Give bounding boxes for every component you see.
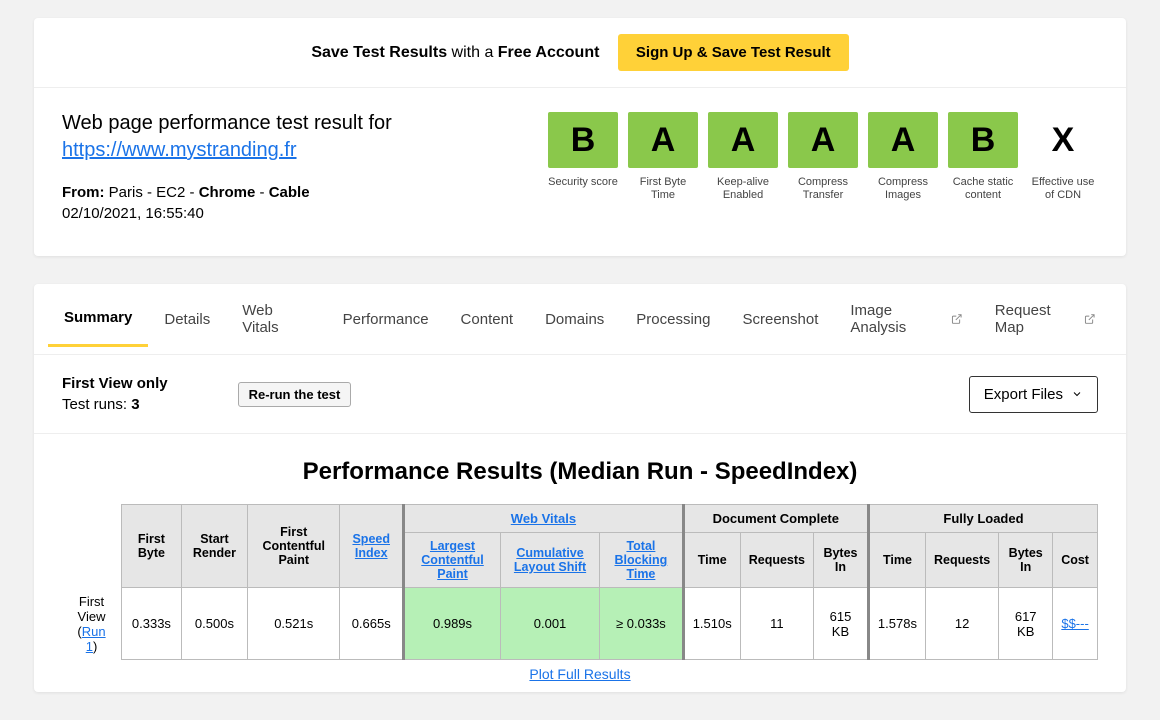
col-fl-bytes: Bytes In	[999, 533, 1053, 588]
plot-full-results-link[interactable]: Plot Full Results	[529, 666, 630, 682]
tested-url-link[interactable]: https://www.mystranding.fr	[62, 139, 297, 161]
results-title: Performance Results (Median Run - SpeedI…	[62, 458, 1098, 486]
tab-image-analysis[interactable]: Image Analysis	[834, 284, 978, 354]
grade-box: A	[708, 112, 778, 168]
group-doc-complete: Document Complete	[683, 505, 868, 533]
group-fully-loaded: Fully Loaded	[868, 505, 1097, 533]
cell-tbt: ≥ 0.033s	[600, 588, 684, 660]
signup-save-button[interactable]: Sign Up & Save Test Result	[618, 34, 849, 71]
cell-cost[interactable]: $$---	[1053, 588, 1098, 660]
grade-label: Cache static content	[948, 176, 1018, 202]
banner-text: Save Test Results with a Free Account	[311, 44, 604, 61]
run-info: First View only Test runs: 3	[62, 373, 168, 415]
cell-speed-index: 0.665s	[340, 588, 404, 660]
chevron-down-icon	[1071, 388, 1083, 400]
test-location: From: Paris - EC2 - Chrome - Cable	[62, 184, 392, 201]
test-timestamp: 02/10/2021, 16:55:40	[62, 205, 392, 222]
cell-cls: 0.001	[500, 588, 599, 660]
table-row: First View (Run 1) 0.333s 0.500s 0.521s …	[62, 588, 1098, 660]
performance-table: First Byte Start Render First Contentful…	[62, 504, 1098, 660]
grade-security[interactable]: B Security score	[548, 112, 618, 222]
cell-fl-bytes: 617 KB	[999, 588, 1053, 660]
cell-fl-requests: 12	[925, 588, 998, 660]
col-dc-requests: Requests	[740, 533, 813, 588]
grade-compress-transfer[interactable]: A Compress Transfer	[788, 112, 858, 222]
col-dc-time: Time	[683, 533, 740, 588]
cell-fcp: 0.521s	[248, 588, 340, 660]
group-web-vitals[interactable]: Web Vitals	[404, 505, 684, 533]
col-first-byte: First Byte	[122, 505, 182, 588]
grade-label: Compress Transfer	[788, 176, 858, 202]
tab-web-vitals[interactable]: Web Vitals	[226, 284, 326, 354]
page-title: Web page performance test result for	[62, 112, 392, 135]
col-cls[interactable]: Cumulative Layout Shift	[500, 533, 599, 588]
grade-box: A	[628, 112, 698, 168]
tab-label: Image Analysis	[850, 302, 947, 336]
grade-cache-static[interactable]: B Cache static content	[948, 112, 1018, 222]
cell-dc-time: 1.510s	[683, 588, 740, 660]
cell-start-render: 0.500s	[181, 588, 247, 660]
grade-label: First Byte Time	[628, 176, 698, 202]
tab-label: Request Map	[995, 302, 1081, 336]
grade-first-byte[interactable]: A First Byte Time	[628, 112, 698, 222]
col-fl-requests: Requests	[925, 533, 998, 588]
tab-details[interactable]: Details	[148, 293, 226, 346]
run-bar: First View only Test runs: 3 Re-run the …	[34, 355, 1126, 434]
grades-strip: B Security score A First Byte Time A Kee…	[548, 112, 1098, 222]
grade-keepalive[interactable]: A Keep-alive Enabled	[708, 112, 778, 222]
col-lcp[interactable]: Largest Contentful Paint	[404, 533, 501, 588]
tab-summary[interactable]: Summary	[48, 291, 148, 347]
results-card: Summary Details Web Vitals Performance C…	[34, 284, 1126, 692]
col-start-render: Start Render	[181, 505, 247, 588]
tab-performance[interactable]: Performance	[327, 293, 445, 346]
grade-box: B	[548, 112, 618, 168]
external-link-icon	[951, 313, 963, 325]
grade-box: X	[1028, 112, 1098, 168]
results-section: Performance Results (Median Run - SpeedI…	[34, 434, 1126, 692]
external-link-icon	[1084, 313, 1096, 325]
export-label: Export Files	[984, 386, 1063, 403]
col-fl-time: Time	[868, 533, 925, 588]
grade-label: Keep-alive Enabled	[708, 176, 778, 202]
cell-lcp: 0.989s	[404, 588, 501, 660]
grade-label: Compress Images	[868, 176, 938, 202]
col-tbt[interactable]: Total Blocking Time	[600, 533, 684, 588]
tab-screenshot[interactable]: Screenshot	[726, 293, 834, 346]
row-label: First View (Run 1)	[62, 588, 122, 660]
col-cost: Cost	[1053, 533, 1098, 588]
tab-processing[interactable]: Processing	[620, 293, 726, 346]
rerun-button[interactable]: Re-run the test	[238, 382, 352, 407]
grade-label: Effective use of CDN	[1028, 176, 1098, 202]
save-banner: Save Test Results with a Free Account Si…	[34, 18, 1126, 88]
cell-dc-requests: 11	[740, 588, 813, 660]
grade-box: A	[868, 112, 938, 168]
col-fcp: First Contentful Paint	[248, 505, 340, 588]
col-speed-index[interactable]: Speed Index	[340, 505, 404, 588]
cell-dc-bytes: 615 KB	[814, 588, 869, 660]
tabs-nav: Summary Details Web Vitals Performance C…	[34, 284, 1126, 355]
grade-box: A	[788, 112, 858, 168]
tab-content[interactable]: Content	[445, 293, 530, 346]
grade-compress-images[interactable]: A Compress Images	[868, 112, 938, 222]
header-card: Save Test Results with a Free Account Si…	[34, 18, 1126, 256]
col-dc-bytes: Bytes In	[814, 533, 869, 588]
export-files-button[interactable]: Export Files	[969, 376, 1098, 413]
grade-cdn[interactable]: X Effective use of CDN	[1028, 112, 1098, 222]
cell-first-byte: 0.333s	[122, 588, 182, 660]
cell-fl-time: 1.578s	[868, 588, 925, 660]
grade-label: Security score	[548, 176, 618, 189]
tab-domains[interactable]: Domains	[529, 293, 620, 346]
grade-box: B	[948, 112, 1018, 168]
tab-request-map[interactable]: Request Map	[979, 284, 1112, 354]
